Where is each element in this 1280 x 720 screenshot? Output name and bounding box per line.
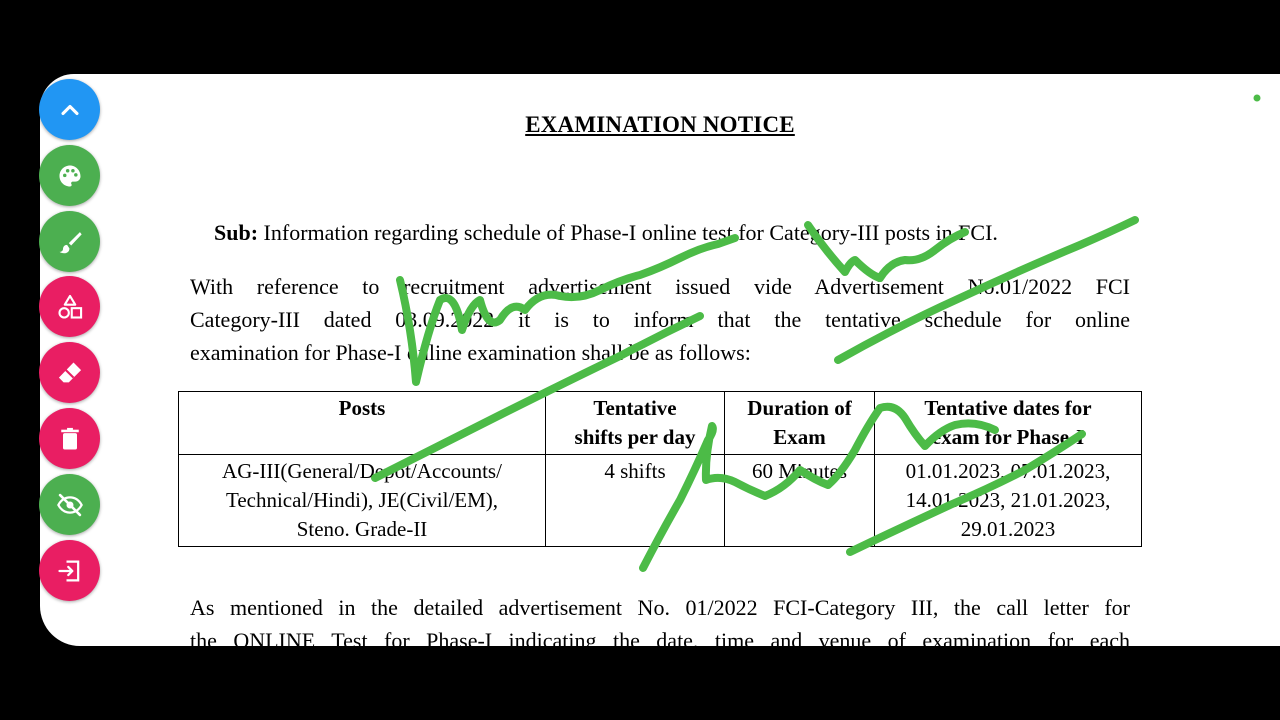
trash-icon	[60, 427, 79, 449]
exit-button[interactable]	[39, 540, 100, 601]
shapes-icon	[57, 294, 82, 319]
table-header-row: Posts Tentative shifts per day Duration …	[178, 391, 1142, 455]
cell-shifts: 4 shifts	[545, 454, 725, 547]
color-palette-button[interactable]	[39, 145, 100, 206]
cell-duration: 60 Minutes	[724, 454, 875, 547]
header-duration: Duration of Exam	[724, 391, 875, 455]
collapse-toolbar-button[interactable]	[39, 79, 100, 140]
cell-posts: AG-III(General/Depot/Accounts/ Technical…	[178, 454, 546, 547]
palette-icon	[59, 165, 80, 186]
subject-label: Sub:	[214, 220, 259, 245]
schedule-table: Posts Tentative shifts per day Duration …	[178, 391, 1142, 547]
reference-paragraph: With reference to recruitment advertisem…	[190, 270, 1130, 369]
header-shifts: Tentative shifts per day	[545, 391, 725, 455]
document-page: EXAMINATION NOTICE Sub: Information rega…	[40, 74, 1280, 646]
eraser-icon	[58, 362, 81, 382]
paragraph-line: As mentioned in the detailed advertiseme…	[190, 595, 1130, 620]
paragraph-line: the ONLINE Test for Phase-I indicating t…	[190, 628, 1130, 646]
header-posts: Posts	[178, 391, 546, 455]
subject-line: Sub: Information regarding schedule of P…	[214, 220, 998, 246]
cell-dates: 01.01.2023, 07.01.2023, 14.01.2023, 21.0…	[874, 454, 1142, 547]
delete-button[interactable]	[39, 408, 100, 469]
subject-text: Information regarding schedule of Phase-…	[258, 220, 998, 245]
header-dates: Tentative dates for exam for Phase-I	[874, 391, 1142, 455]
eraser-button[interactable]	[39, 342, 100, 403]
hide-drawing-button[interactable]	[39, 474, 100, 535]
brush-button[interactable]	[39, 211, 100, 272]
notice-title: EXAMINATION NOTICE	[525, 112, 795, 137]
chevron-up-icon	[60, 104, 79, 115]
eye-off-icon	[56, 493, 83, 516]
call-letter-paragraph: As mentioned in the detailed advertiseme…	[190, 591, 1130, 646]
paragraph-line: With reference to recruitment advertisem…	[190, 274, 1130, 299]
shapes-button[interactable]	[39, 276, 100, 337]
table-row: AG-III(General/Depot/Accounts/ Technical…	[178, 454, 1142, 547]
paragraph-line: examination for Phase-I online examinati…	[190, 340, 751, 365]
exit-icon	[57, 560, 79, 581]
brush-icon	[59, 231, 82, 253]
paragraph-line: Category-III dated 03.09.2022 it is to i…	[190, 307, 1130, 332]
